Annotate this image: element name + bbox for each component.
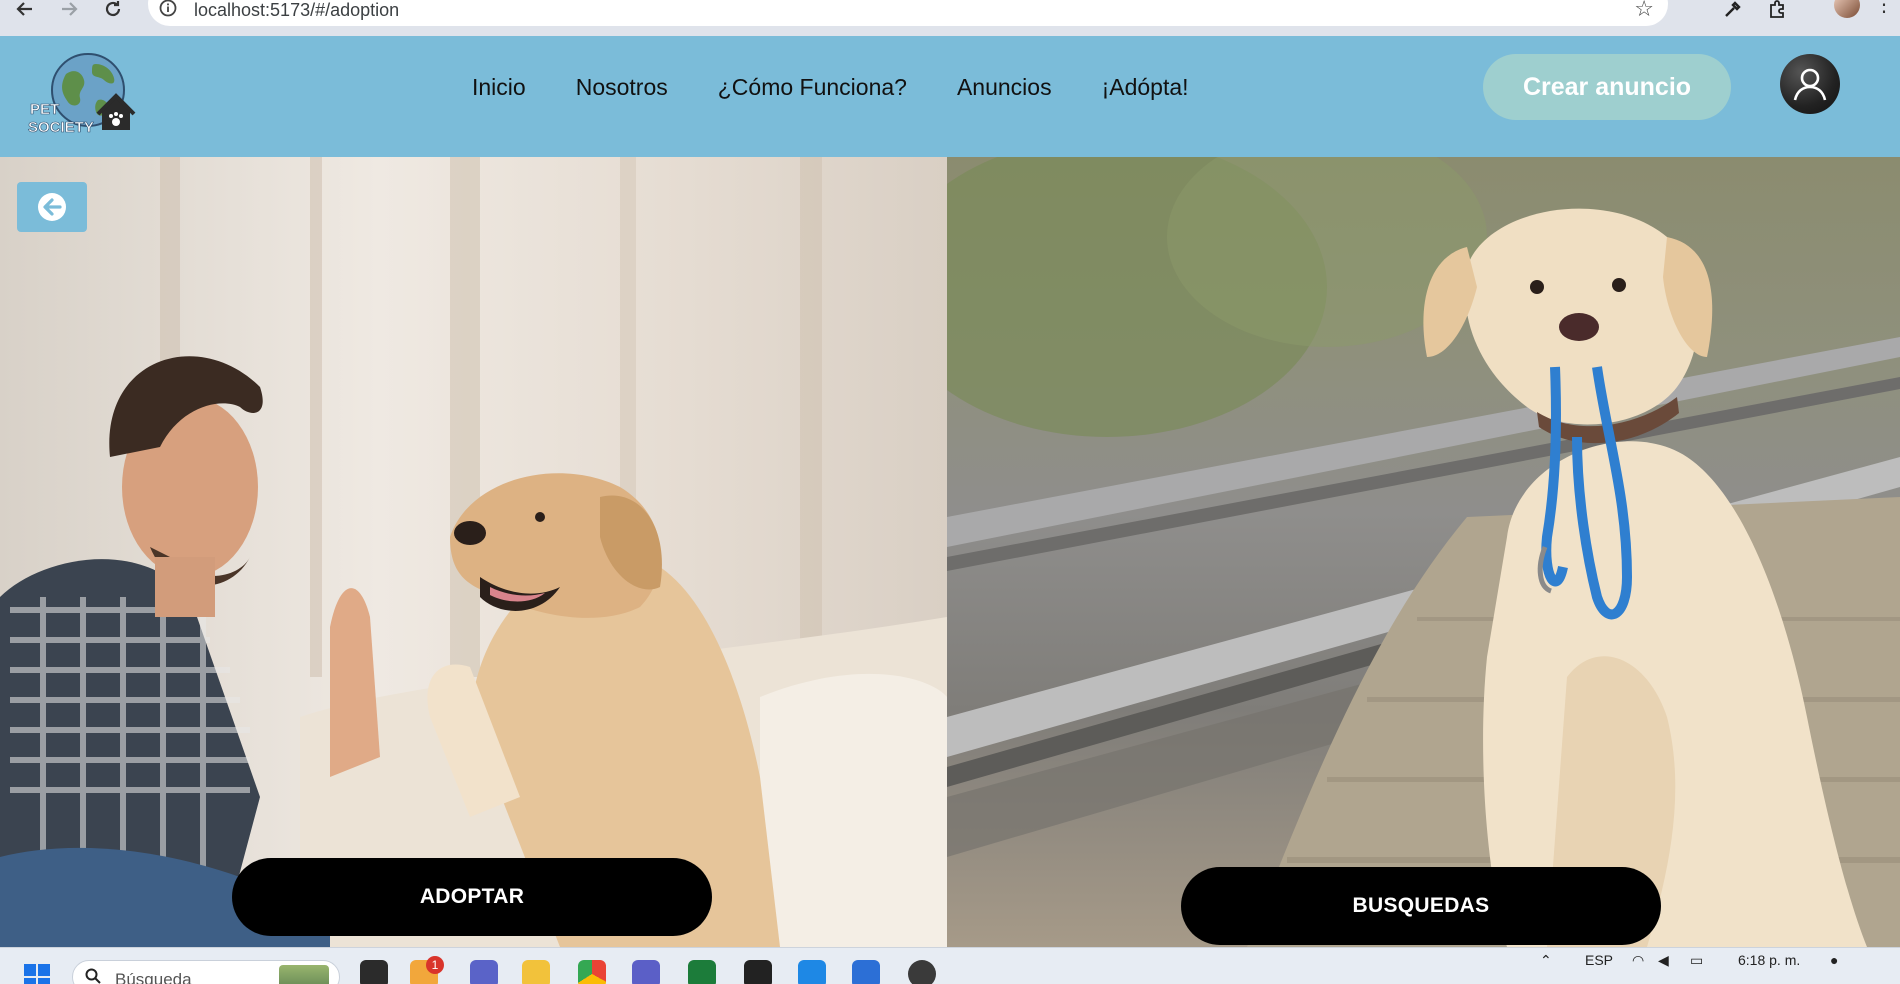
file-explorer-icon[interactable] [522, 960, 550, 984]
main-nav: Inicio Nosotros ¿Cómo Funciona? Anuncios… [472, 74, 1239, 101]
language-indicator[interactable]: ESP [1585, 952, 1613, 968]
tray-chevron-icon[interactable]: ⌃ [1540, 952, 1552, 969]
bookmark-star-icon[interactable]: ☆ [1634, 0, 1654, 20]
pet-society-logo[interactable]: PET SOCIETY [26, 50, 140, 144]
adopt-button[interactable]: ADOPTAR [232, 858, 712, 936]
browser-profile-avatar[interactable] [1834, 0, 1860, 18]
notification-badge: 1 [426, 956, 444, 974]
search-button[interactable]: BUSQUEDAS [1181, 867, 1661, 945]
chrome-icon[interactable] [578, 960, 606, 984]
teams-work-icon[interactable] [632, 960, 660, 984]
url-text: localhost:5173/#/adoption [194, 0, 400, 20]
nav-nosotros[interactable]: Nosotros [576, 74, 668, 101]
vscode-icon[interactable] [798, 960, 826, 984]
windows-start-icon[interactable] [24, 964, 50, 984]
site-info-icon[interactable] [158, 0, 178, 18]
search-panel-image [947, 157, 1900, 947]
browser-forward-icon[interactable] [54, 0, 84, 24]
arrow-left-circle-icon [38, 193, 66, 221]
search-highlight-icon [279, 965, 329, 984]
media-player-icon[interactable] [908, 960, 936, 984]
os-taskbar: Búsqueda ⌃ ESP ◠ ◀ ▭ 6:18 p. m. ● [0, 947, 1900, 984]
create-ad-button[interactable]: Crear anuncio [1483, 54, 1731, 120]
nav-inicio[interactable]: Inicio [472, 74, 526, 101]
browser-menu-icon[interactable]: ⋮ [1874, 0, 1894, 17]
app-header: PET SOCIETY Inicio Nosotros ¿Cómo Funcio… [0, 36, 1900, 157]
firefox-icon[interactable] [852, 960, 880, 984]
teams-icon[interactable] [470, 960, 498, 984]
eyedropper-icon[interactable] [1720, 0, 1746, 22]
logo-text-society: SOCIETY [28, 119, 94, 136]
logo-text-pet: PET [30, 101, 59, 118]
battery-icon[interactable]: ▭ [1690, 952, 1703, 969]
task-view-icon[interactable] [360, 960, 388, 984]
man-and-dog-illustration [0, 157, 947, 947]
notification-bell-icon[interactable]: ● [1830, 952, 1838, 968]
extensions-icon[interactable] [1764, 0, 1790, 22]
adopt-panel-image [0, 157, 947, 947]
screen: { "browser": { "url": "localhost:5173/#/… [0, 0, 1900, 984]
taskbar-search-placeholder: Búsqueda [115, 970, 192, 984]
browser-back-icon[interactable] [10, 0, 40, 24]
clock-time[interactable]: 6:18 p. m. [1738, 952, 1800, 968]
search-icon [85, 968, 101, 984]
user-profile-icon[interactable] [1780, 54, 1840, 114]
dog-with-leash-illustration [947, 157, 1900, 947]
nav-adopta[interactable]: ¡Adópta! [1102, 74, 1189, 101]
nav-como-funciona[interactable]: ¿Cómo Funciona? [718, 74, 907, 101]
wifi-icon[interactable]: ◠ [1632, 952, 1644, 969]
volume-icon[interactable]: ◀ [1658, 952, 1669, 969]
browser-toolbar: localhost:5173/#/adoption ☆ ⋮ [0, 0, 1900, 36]
back-button[interactable] [17, 182, 87, 232]
browser-reload-icon[interactable] [98, 0, 128, 24]
xbox-icon[interactable] [688, 960, 716, 984]
taskbar-search-input[interactable]: Búsqueda [72, 960, 340, 984]
nav-anuncios[interactable]: Anuncios [957, 74, 1052, 101]
terminal-icon[interactable] [744, 960, 772, 984]
address-bar[interactable]: localhost:5173/#/adoption ☆ [148, 0, 1668, 26]
